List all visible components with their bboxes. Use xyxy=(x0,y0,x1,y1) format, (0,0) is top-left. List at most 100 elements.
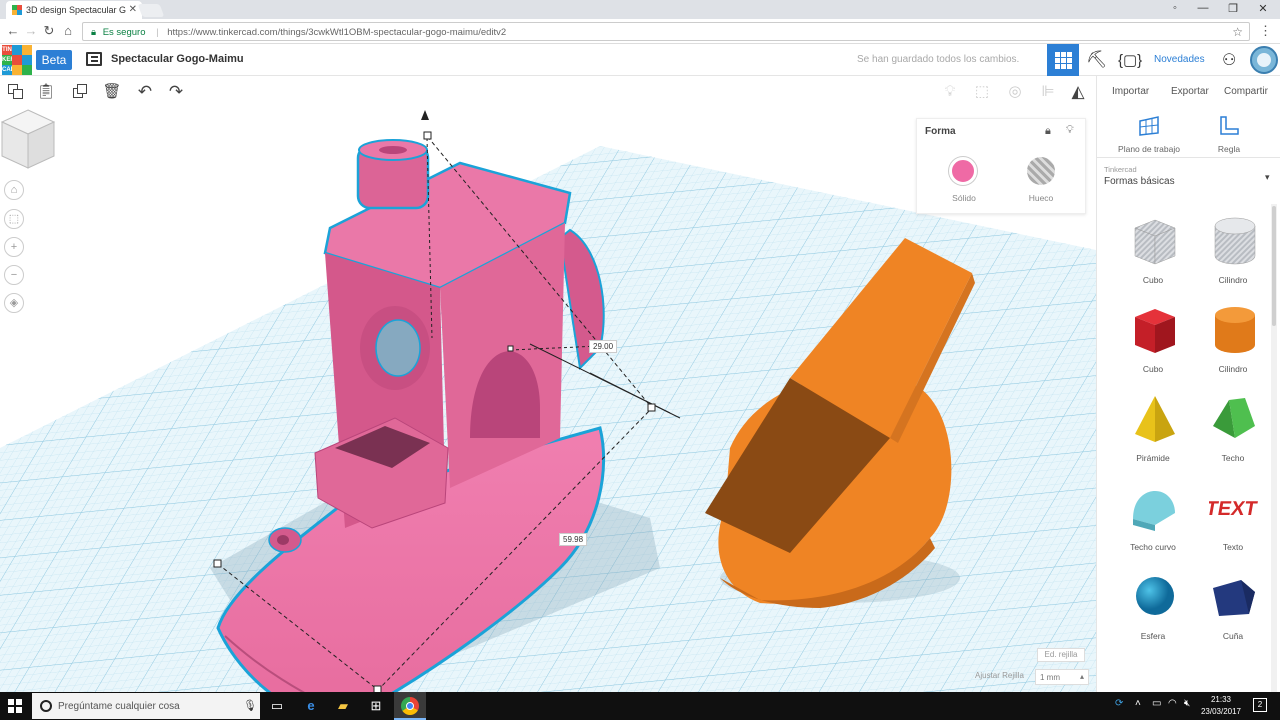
cortana-icon xyxy=(40,700,52,712)
ungroup-icon[interactable]: ◎ xyxy=(1005,82,1025,102)
library-dropdown[interactable]: Formas básicas xyxy=(1104,176,1175,187)
new-tab-button[interactable] xyxy=(137,4,165,17)
group-icon[interactable]: ⬚ xyxy=(972,82,992,102)
zoom-out-icon[interactable]: − xyxy=(4,265,24,285)
shape-item-box-hole[interactable]: Cubo xyxy=(1115,212,1191,296)
lock-icon[interactable]: 🔒︎ xyxy=(1045,125,1051,138)
redo-icon[interactable]: ↷ xyxy=(166,82,186,102)
lift-arrow-icon[interactable] xyxy=(421,110,429,120)
shape-item-label: Techo xyxy=(1221,453,1245,463)
windows-start-icon[interactable] xyxy=(8,699,22,713)
shape-item-wedge[interactable]: Cuña xyxy=(1195,568,1271,652)
clock-time: 21:33 xyxy=(1210,695,1232,704)
reload-icon[interactable]: ↻ xyxy=(40,23,58,39)
volume-muted-icon[interactable]: 🔇︎ xyxy=(1184,698,1190,709)
shape-item-cylinder-orange[interactable]: Cilindro xyxy=(1195,301,1271,385)
align-icon[interactable]: ⊫ xyxy=(1038,82,1058,102)
solid-label: Sólido xyxy=(952,193,976,203)
shape-item-label: Esfera xyxy=(1140,631,1166,641)
3d-workspace[interactable]: ⌂ ⬚ + − ◈ 29.00 59.98 Forma 🔒︎ 💡︎ Sólido… xyxy=(0,108,1096,692)
lightbulb-icon[interactable]: 💡︎ xyxy=(940,82,960,102)
lock-icon: 🔒︎ xyxy=(91,27,97,38)
close-window-icon[interactable]: ✕ xyxy=(1248,2,1278,15)
text-icon: TEXT xyxy=(1204,479,1260,539)
hole-swatch[interactable] xyxy=(1027,157,1055,185)
trash-icon[interactable]: 🗑︎ xyxy=(102,82,122,102)
duplicate-icon[interactable] xyxy=(70,82,90,102)
fit-view-icon[interactable]: ⬚ xyxy=(4,209,24,229)
chevron-down-icon[interactable]: ▾ xyxy=(1265,172,1270,183)
perspective-icon[interactable]: ◈ xyxy=(4,293,24,313)
snap-grid-select[interactable]: 1 mm xyxy=(1035,669,1089,685)
length-dimension-label[interactable]: 59.98 xyxy=(559,533,588,546)
maximize-window-icon[interactable]: ❐ xyxy=(1218,2,1248,15)
shape-item-box-red[interactable]: Cubo xyxy=(1115,301,1191,385)
3d-view-button[interactable] xyxy=(1047,44,1079,76)
action-center-icon[interactable]: 2 xyxy=(1253,698,1267,712)
sphere-icon xyxy=(1129,568,1179,628)
copy-icon[interactable] xyxy=(6,82,26,102)
chrome-taskbar-button[interactable] xyxy=(394,692,426,720)
browser-address-bar: ← → ↻ ⌂ 🔒︎ Es seguro | https://www.tinke… xyxy=(0,19,1280,44)
undo-icon[interactable]: ↶ xyxy=(135,82,155,102)
shape-item-pyramid[interactable]: Pirámide xyxy=(1115,390,1191,474)
mirror-icon[interactable]: ◭ xyxy=(1068,82,1088,102)
task-view-icon[interactable]: ▭ xyxy=(267,696,287,716)
shape-item-label: Cilindro xyxy=(1218,275,1248,285)
solid-color-swatch[interactable] xyxy=(949,157,977,185)
home-icon[interactable]: ⌂ xyxy=(59,23,77,38)
url-input[interactable]: 🔒︎ Es seguro | https://www.tinkercad.com… xyxy=(82,22,1250,41)
add-user-icon[interactable]: ⚇ xyxy=(1222,50,1236,70)
shape-item-cylinder-hole[interactable]: Cilindro xyxy=(1195,212,1271,296)
shape-item-sphere[interactable]: Esfera xyxy=(1115,568,1191,652)
export-button[interactable]: Exportar xyxy=(1171,86,1209,97)
tray-chevron-icon[interactable]: ˄ xyxy=(1135,698,1141,709)
shape-item-text[interactable]: TEXT Texto xyxy=(1195,479,1271,563)
height-dimension-label[interactable]: 29.00 xyxy=(589,340,618,353)
share-button[interactable]: Compartir xyxy=(1224,86,1268,97)
design-list-icon[interactable] xyxy=(86,52,102,66)
ruler-icon[interactable] xyxy=(1218,115,1240,137)
back-arrow-icon[interactable]: ← xyxy=(4,23,22,38)
url-text: https://www.tinkercad.com/things/3cwkWtl… xyxy=(167,27,507,38)
minimize-window-icon[interactable]: — xyxy=(1188,2,1218,14)
design-title[interactable]: Spectacular Gogo-Maimu xyxy=(111,53,244,65)
shape-item-label: Pirámide xyxy=(1136,453,1170,463)
bricks-pickaxe-icon[interactable]: ⛏ xyxy=(1086,50,1108,70)
shape-item-curved-roof[interactable]: Techo curvo xyxy=(1115,479,1191,563)
network-app-icon[interactable]: ⟳ xyxy=(1115,698,1123,709)
home-view-icon[interactable]: ⌂ xyxy=(4,180,24,200)
zoom-in-icon[interactable]: + xyxy=(4,237,24,257)
paste-icon[interactable]: 📋︎ xyxy=(36,82,56,102)
visibility-bulb-icon[interactable]: 💡︎ xyxy=(1066,124,1074,137)
import-button[interactable]: Importar xyxy=(1112,86,1149,97)
tinkercad-logo[interactable]: TIN KER CAD xyxy=(2,45,32,75)
browser-menu-icon[interactable]: ⋮ xyxy=(1259,23,1272,39)
avatar[interactable] xyxy=(1250,46,1278,74)
codeblocks-icon[interactable]: {▢} xyxy=(1118,51,1142,69)
system-clock[interactable]: 21:33 23/03/2017 xyxy=(1198,694,1244,718)
shape-item-label: Cuña xyxy=(1222,631,1244,641)
box-red-icon xyxy=(1129,301,1179,361)
edit-grid-button[interactable]: Ed. rejilla xyxy=(1037,648,1085,662)
forward-arrow-icon[interactable]: → xyxy=(22,23,40,38)
browser-tab-bar: 3D design Spectacular G ✕ ◦ — ❐ ✕ xyxy=(0,0,1280,19)
shape-item-label: Cubo xyxy=(1142,364,1164,374)
bookmark-star-icon[interactable]: ☆ xyxy=(1232,25,1243,39)
view-cube[interactable] xyxy=(0,108,56,172)
edge-browser-icon[interactable]: e xyxy=(301,696,321,716)
curved-roof-icon xyxy=(1129,479,1179,539)
microphone-icon[interactable]: 🎙︎ xyxy=(243,699,257,712)
browser-tab[interactable]: 3D design Spectacular G ✕ xyxy=(6,1,142,19)
wifi-icon[interactable]: ◠ xyxy=(1168,698,1177,709)
close-tab-icon[interactable]: ✕ xyxy=(129,4,137,15)
workplane-icon[interactable] xyxy=(1138,115,1160,137)
shape-item-roof[interactable]: Techo xyxy=(1195,390,1271,474)
cortana-search-input[interactable]: Pregúntame cualquier cosa 🎙︎ xyxy=(32,693,260,719)
battery-icon[interactable]: ▭ xyxy=(1152,698,1161,709)
user-profile-icon[interactable]: ◦ xyxy=(1160,2,1190,14)
file-explorer-icon[interactable]: ▰ xyxy=(333,696,353,716)
sidebar-scrollbar[interactable] xyxy=(1271,204,1277,692)
store-icon[interactable]: ⊞ xyxy=(366,696,386,716)
news-link[interactable]: Novedades xyxy=(1154,54,1205,65)
